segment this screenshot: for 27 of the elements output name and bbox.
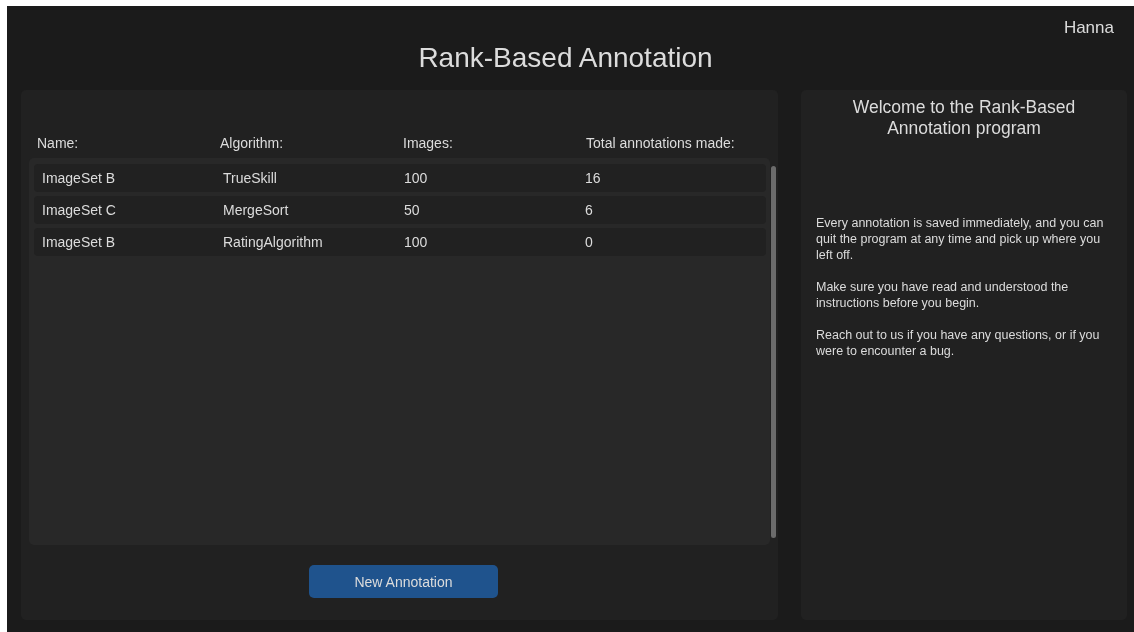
list-row[interactable]: ImageSet B RatingAlgorithm 100 0 [34,228,766,256]
welcome-paragraph: Reach out to us if you have any questions, or if you were to encounter a bug. [816,327,1101,359]
scrollbar[interactable] [771,166,776,538]
table-cell-text: ImageSet B [42,170,117,186]
column-header: Name: [37,135,80,153]
column-header: Algorithm: [220,135,285,153]
table-cell-text: 100 [404,170,429,186]
user-name: Hanna [1063,18,1114,38]
new-annotation-button[interactable]: New Annotation [309,565,498,598]
table-cell-text: MergeSort [223,202,290,218]
table-cell-text: TrueSkill [223,170,278,186]
table-cell-text: ImageSet B [42,234,117,250]
table-cell-text: 6 [585,202,594,218]
list-row[interactable]: ImageSet B TrueSkill 100 16 [34,164,766,192]
table-cell-text: 16 [585,170,602,186]
welcome-title: Welcome to the Rank-Based Annotation program [851,97,1077,139]
table-cell-text: ImageSet C [42,202,117,218]
table-cell-text: 0 [585,234,594,250]
column-header: Total annotations made: [586,135,736,153]
column-header: Images: [403,135,454,153]
list-row[interactable]: ImageSet C MergeSort 50 6 [34,196,766,224]
welcome-paragraph: Every annotation is saved immediately, and you can quit the program at any time and pick up where you left off. [816,215,1104,263]
table-cell-text: 50 [404,202,421,218]
welcome-paragraph: Make sure you have read and understood the instructions before you begin. [816,279,1070,311]
app-title: Rank-Based Annotation [418,42,713,74]
table-cell-text: 100 [404,234,429,250]
table-cell-text: RatingAlgorithm [223,234,324,250]
